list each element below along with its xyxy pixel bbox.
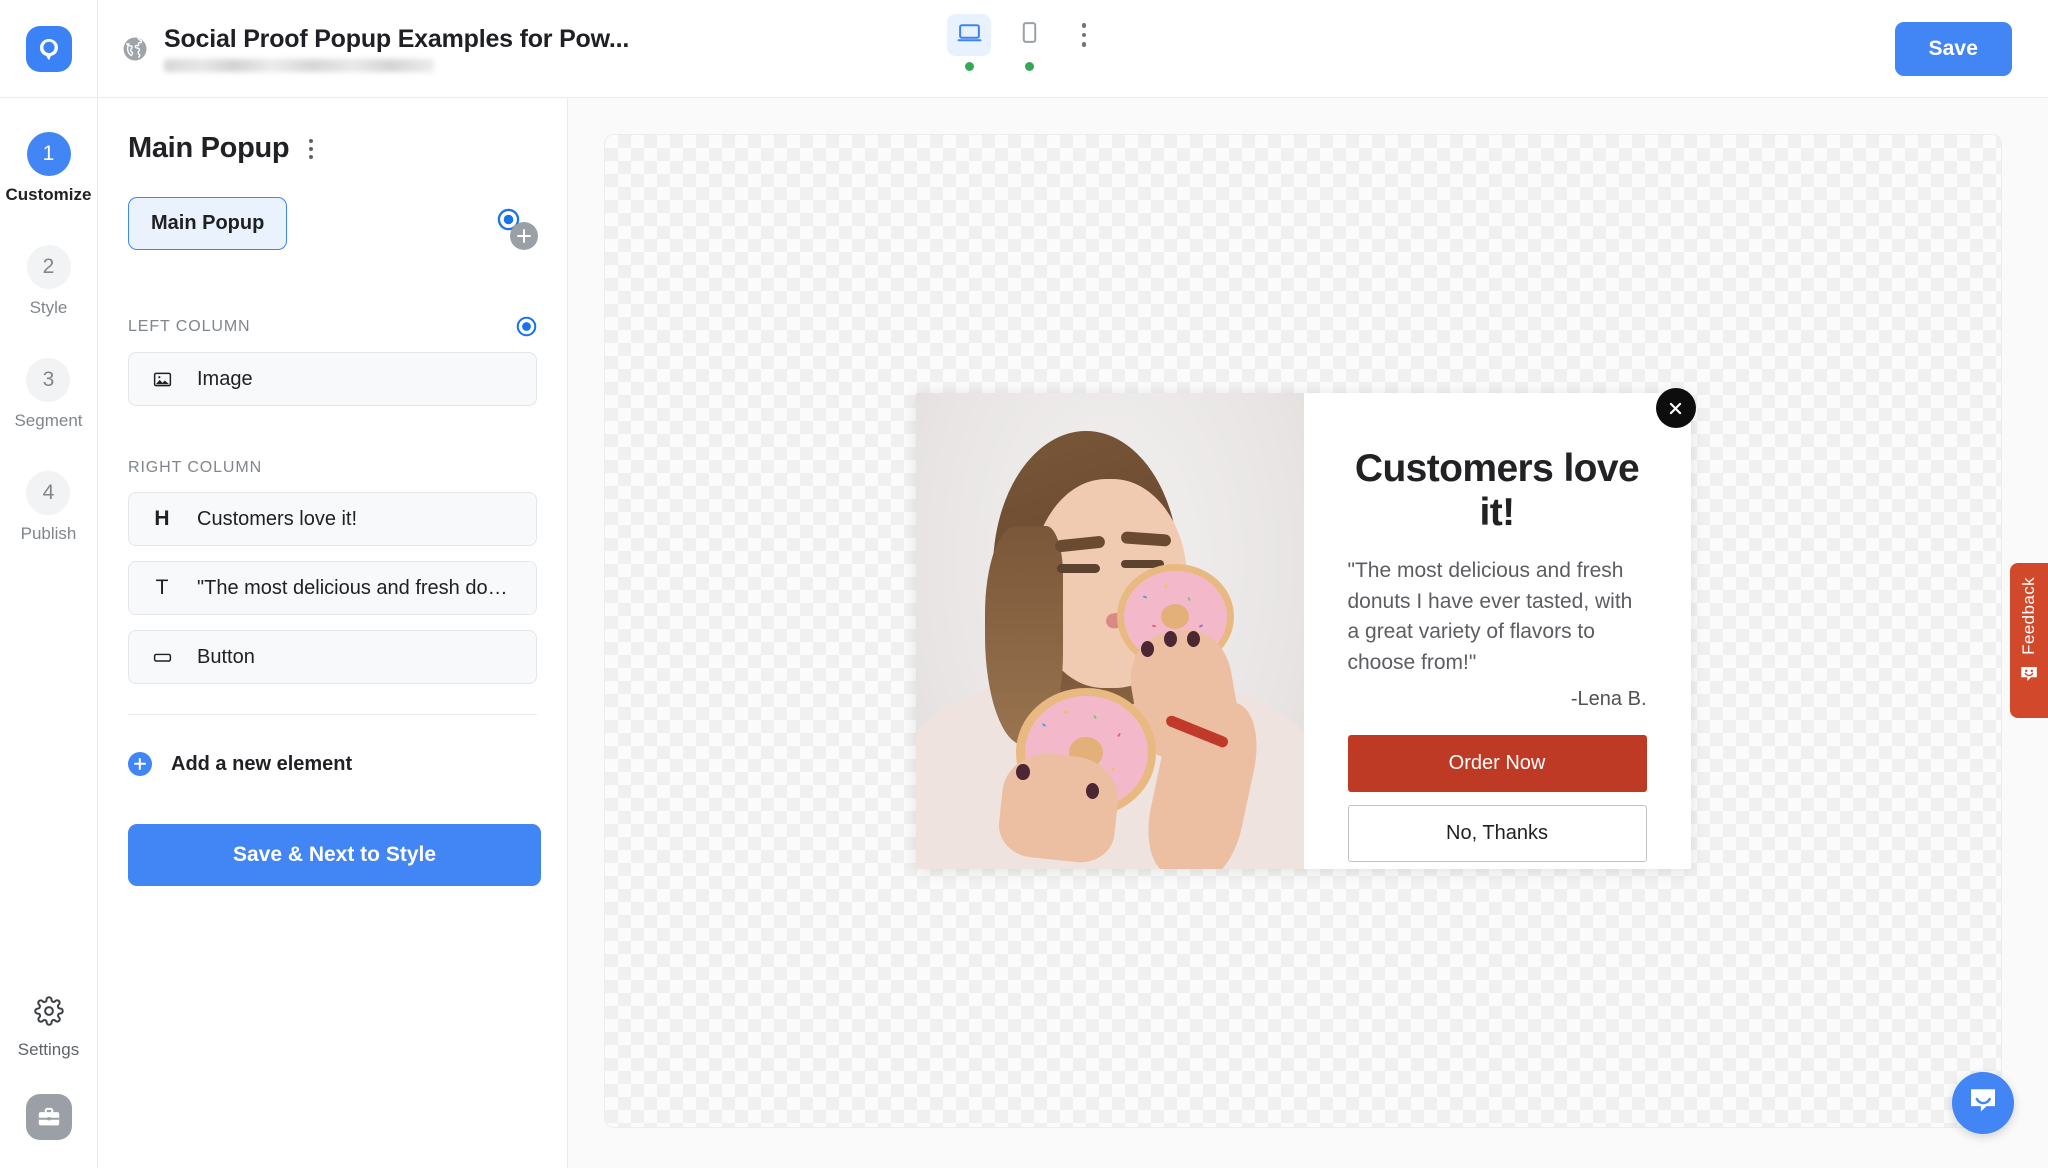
rail-step-segment[interactable]: 3 Segment	[14, 358, 83, 431]
top-bar: Social Proof Popup Examples for Pow... S…	[0, 0, 2048, 98]
page-title: Social Proof Popup Examples for Pow...	[164, 25, 630, 53]
feedback-tab[interactable]: Feedback	[2010, 563, 2048, 718]
desktop-icon	[957, 20, 982, 50]
device-desktop-wrap	[947, 14, 991, 71]
kebab-dot	[1081, 42, 1087, 47]
element-row-heading[interactable]: H Customers love it!	[128, 492, 537, 546]
optimonk-logo-icon[interactable]	[25, 25, 72, 72]
panel-more-menu-button[interactable]	[303, 133, 319, 165]
chat-bubble-icon	[1967, 1086, 1999, 1121]
device-mobile-wrap	[1007, 14, 1051, 71]
step-number: 4	[26, 471, 71, 515]
plus-circle-icon	[128, 752, 152, 776]
popup-content: Customers love it! "The most delicious a…	[1304, 388, 1696, 869]
section-header-right-column: RIGHT COLUMN	[128, 459, 537, 477]
text-icon: T	[155, 576, 169, 599]
panel-title: Main Popup	[128, 132, 290, 164]
step-label: Segment	[14, 411, 83, 430]
page-url-redacted	[164, 59, 434, 72]
save-and-next-button[interactable]: Save & Next to Style	[128, 824, 541, 886]
customize-panel: Main Popup Main Popup LEFT COLUMN Image …	[98, 98, 568, 1168]
globe-icon	[120, 34, 150, 64]
section-header-left-column: LEFT COLUMN	[128, 316, 537, 337]
step-number: 3	[26, 358, 71, 402]
popup-attribution: -Lena B.	[1570, 688, 1647, 711]
kebab-menu-icon	[309, 138, 314, 143]
feedback-label: Feedback	[2019, 577, 2038, 655]
canvas-area: Customers love it! "The most delicious a…	[568, 98, 2048, 1168]
heading-icon: H	[154, 507, 170, 530]
popup-secondary-button[interactable]: No, Thanks	[1347, 805, 1647, 863]
element-label: Image	[197, 367, 253, 390]
kebab-menu-icon	[1081, 23, 1087, 28]
element-label: Button	[197, 645, 255, 668]
rail-bottom: Settings	[18, 996, 79, 1140]
step-number: 1	[26, 132, 71, 176]
desktop-status-dot	[964, 62, 974, 71]
preview-canvas[interactable]: Customers love it! "The most delicious a…	[604, 134, 2002, 1128]
rail-step-publish[interactable]: 4 Publish	[20, 471, 77, 544]
step-number: 2	[26, 245, 71, 289]
tab-main-popup[interactable]: Main Popup	[128, 197, 288, 250]
radio-selected-icon[interactable]	[516, 316, 537, 337]
title-cell: Social Proof Popup Examples for Pow...	[98, 25, 629, 72]
add-step-button[interactable]	[510, 222, 538, 250]
panel-corner-controls	[497, 208, 541, 252]
step-label: Style	[29, 298, 68, 317]
mobile-status-dot	[1024, 62, 1034, 71]
element-label: Customers love it!	[197, 507, 358, 530]
preview-more-menu-button[interactable]	[1067, 14, 1101, 56]
popup-primary-button[interactable]: Order Now	[1347, 735, 1647, 793]
device-toggle-mobile[interactable]	[1007, 14, 1051, 56]
save-button[interactable]: Save	[1894, 21, 2012, 76]
kebab-dot	[309, 154, 314, 159]
app-root: Social Proof Popup Examples for Pow... S…	[0, 0, 2048, 1168]
step-rail: 1 Customize 2 Style 3 Segment 4 Publish	[0, 98, 98, 1168]
rail-settings-button[interactable]: Settings	[18, 996, 79, 1060]
settings-label: Settings	[17, 1040, 80, 1059]
body-row: 1 Customize 2 Style 3 Segment 4 Publish	[0, 98, 2048, 1168]
gear-icon	[33, 996, 64, 1031]
section-label: LEFT COLUMN	[128, 317, 251, 335]
panel-divider	[128, 714, 537, 715]
step-label: Customize	[5, 185, 92, 204]
mobile-icon	[1017, 20, 1042, 50]
close-icon[interactable]	[1655, 388, 1696, 428]
rail-step-customize[interactable]: 1 Customize	[5, 132, 92, 205]
logo-cell	[0, 0, 98, 97]
popup-body-text: "The most delicious and fresh donuts I h…	[1347, 559, 1633, 674]
element-row-button[interactable]: Button	[128, 630, 537, 684]
kebab-dot	[1081, 32, 1087, 38]
popup-image[interactable]	[915, 393, 1304, 869]
popup-preview: Customers love it! "The most delicious a…	[915, 388, 1696, 869]
element-label: "The most delicious and fresh donu...	[197, 576, 516, 599]
panel-header: Main Popup	[128, 132, 537, 165]
donut-photo	[915, 393, 1304, 869]
rail-step-style[interactable]: 2 Style	[26, 245, 71, 318]
device-toggle-desktop[interactable]	[947, 14, 991, 56]
briefcase-icon[interactable]	[25, 1094, 72, 1140]
section-label: RIGHT COLUMN	[128, 459, 263, 476]
image-icon	[149, 369, 175, 390]
popup-heading: Customers love it!	[1354, 447, 1640, 534]
add-new-element-button[interactable]: Add a new element	[128, 752, 537, 776]
chat-launcher-button[interactable]	[1952, 1072, 2014, 1134]
feedback-smiley-icon	[2019, 665, 2039, 688]
step-label: Publish	[20, 524, 77, 543]
element-row-text[interactable]: T "The most delicious and fresh donu...	[128, 561, 537, 615]
kebab-dot	[309, 146, 314, 151]
button-icon	[149, 647, 175, 668]
save-cell: Save	[1894, 21, 2048, 76]
element-row-image[interactable]: Image	[128, 352, 537, 406]
add-new-element-label: Add a new element	[171, 752, 353, 775]
device-toggle-group	[947, 14, 1101, 71]
